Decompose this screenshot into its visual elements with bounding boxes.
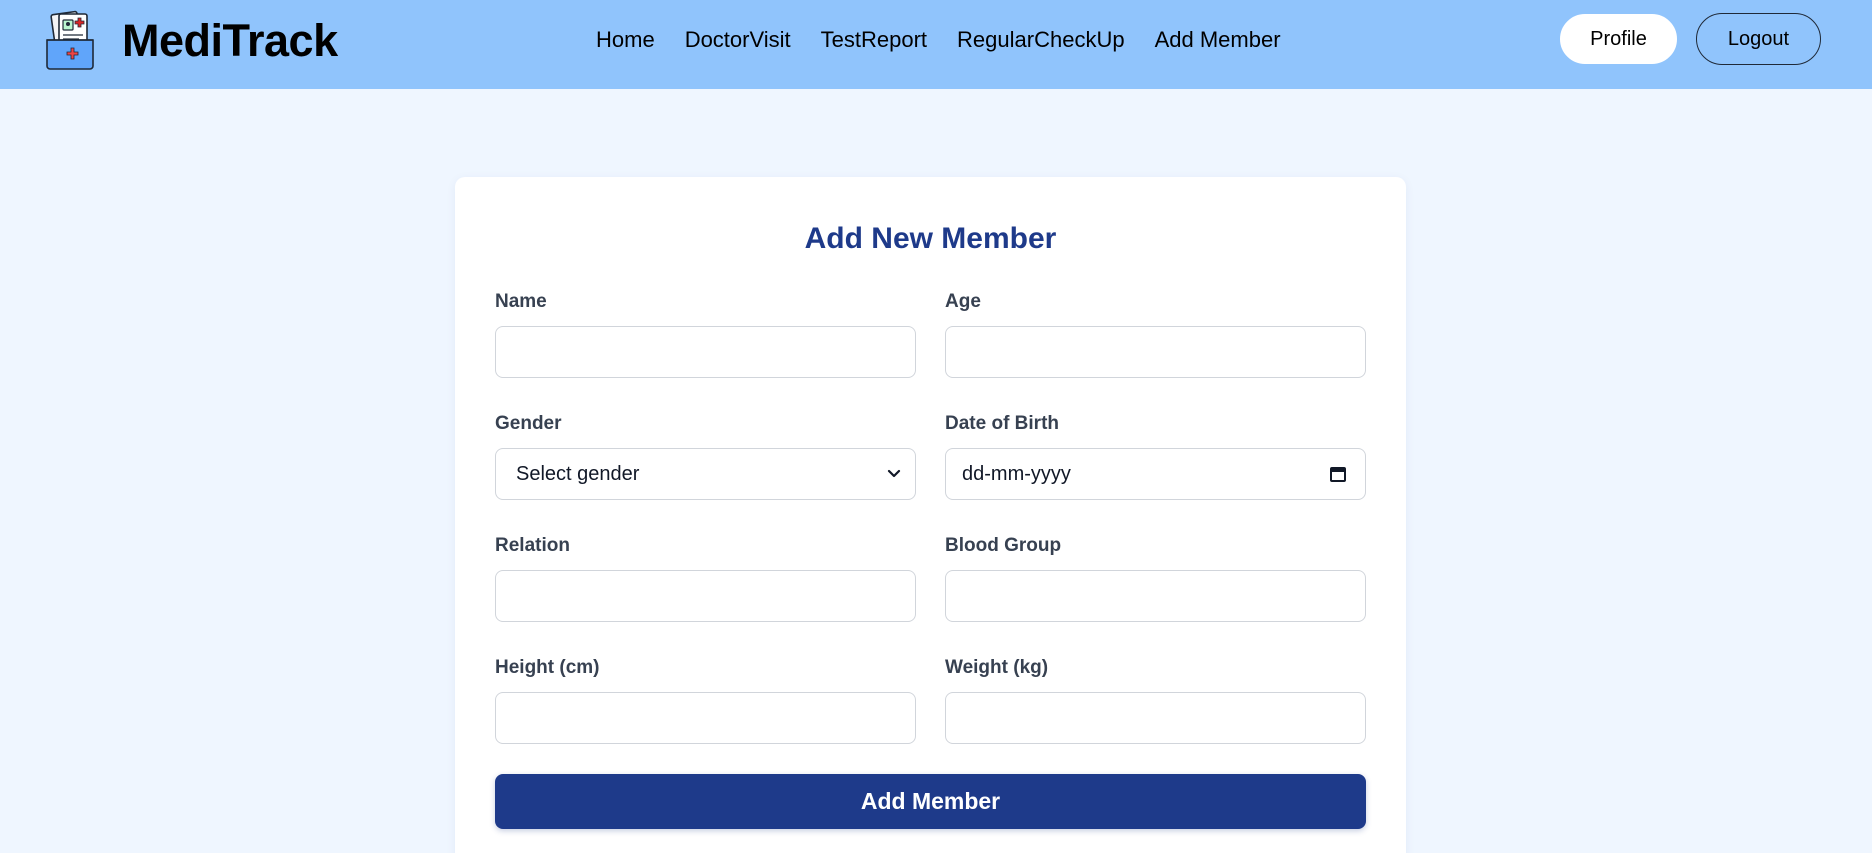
dob-label: Date of Birth (945, 413, 1059, 434)
gender-label: Gender (495, 413, 562, 434)
nav-link-add-member[interactable]: Add Member (1155, 25, 1281, 55)
nav-link-regular-checkup[interactable]: RegularCheckUp (957, 25, 1125, 55)
main-nav: Home DoctorVisit TestReport RegularCheck… (596, 25, 1281, 55)
chevron-down-icon (887, 469, 901, 478)
dob-input[interactable]: dd-mm-yyyy (945, 448, 1366, 500)
calendar-icon[interactable] (1329, 465, 1347, 483)
medical-folder-icon (46, 10, 94, 70)
app-name: MediTrack (122, 14, 338, 66)
brand[interactable]: MediTrack (45, 10, 338, 70)
weight-input[interactable] (945, 692, 1366, 744)
gender-field-group: Gender Select gender (495, 412, 916, 500)
height-input[interactable] (495, 692, 916, 744)
relation-field-group: Relation (495, 534, 916, 622)
nav-link-doctor-visit[interactable]: DoctorVisit (685, 25, 791, 55)
dob-field-group: Date of Birth dd-mm-yyyy (945, 412, 1366, 500)
add-member-submit-button[interactable]: Add Member (495, 774, 1366, 829)
height-label: Height (cm) (495, 657, 600, 678)
dob-placeholder: dd-mm-yyyy (962, 462, 1071, 485)
blood-group-field-group: Blood Group (945, 534, 1366, 622)
nav-link-test-report[interactable]: TestReport (821, 25, 927, 55)
relation-label: Relation (495, 535, 570, 556)
blood-group-label: Blood Group (945, 535, 1062, 556)
profile-button[interactable]: Profile (1560, 14, 1677, 64)
add-member-form-card: Add New Member Name Age Gender Select ge… (455, 177, 1406, 853)
nav-link-home[interactable]: Home (596, 25, 655, 55)
name-label: Name (495, 291, 547, 312)
gender-select[interactable]: Select gender (495, 448, 916, 500)
age-label: Age (945, 291, 981, 312)
form-title: Add New Member (804, 222, 1057, 255)
name-input[interactable] (495, 326, 916, 378)
navbar: MediTrack Home DoctorVisit TestReport Re… (0, 0, 1872, 89)
gender-select-value: Select gender (516, 462, 640, 485)
age-field-group: Age (945, 290, 1366, 378)
name-field-group: Name (495, 290, 916, 378)
logout-button[interactable]: Logout (1696, 13, 1821, 65)
height-field-group: Height (cm) (495, 656, 916, 744)
weight-label: Weight (kg) (945, 657, 1049, 678)
weight-field-group: Weight (kg) (945, 656, 1366, 744)
blood-group-input[interactable] (945, 570, 1366, 622)
age-input[interactable] (945, 326, 1366, 378)
relation-input[interactable] (495, 570, 916, 622)
